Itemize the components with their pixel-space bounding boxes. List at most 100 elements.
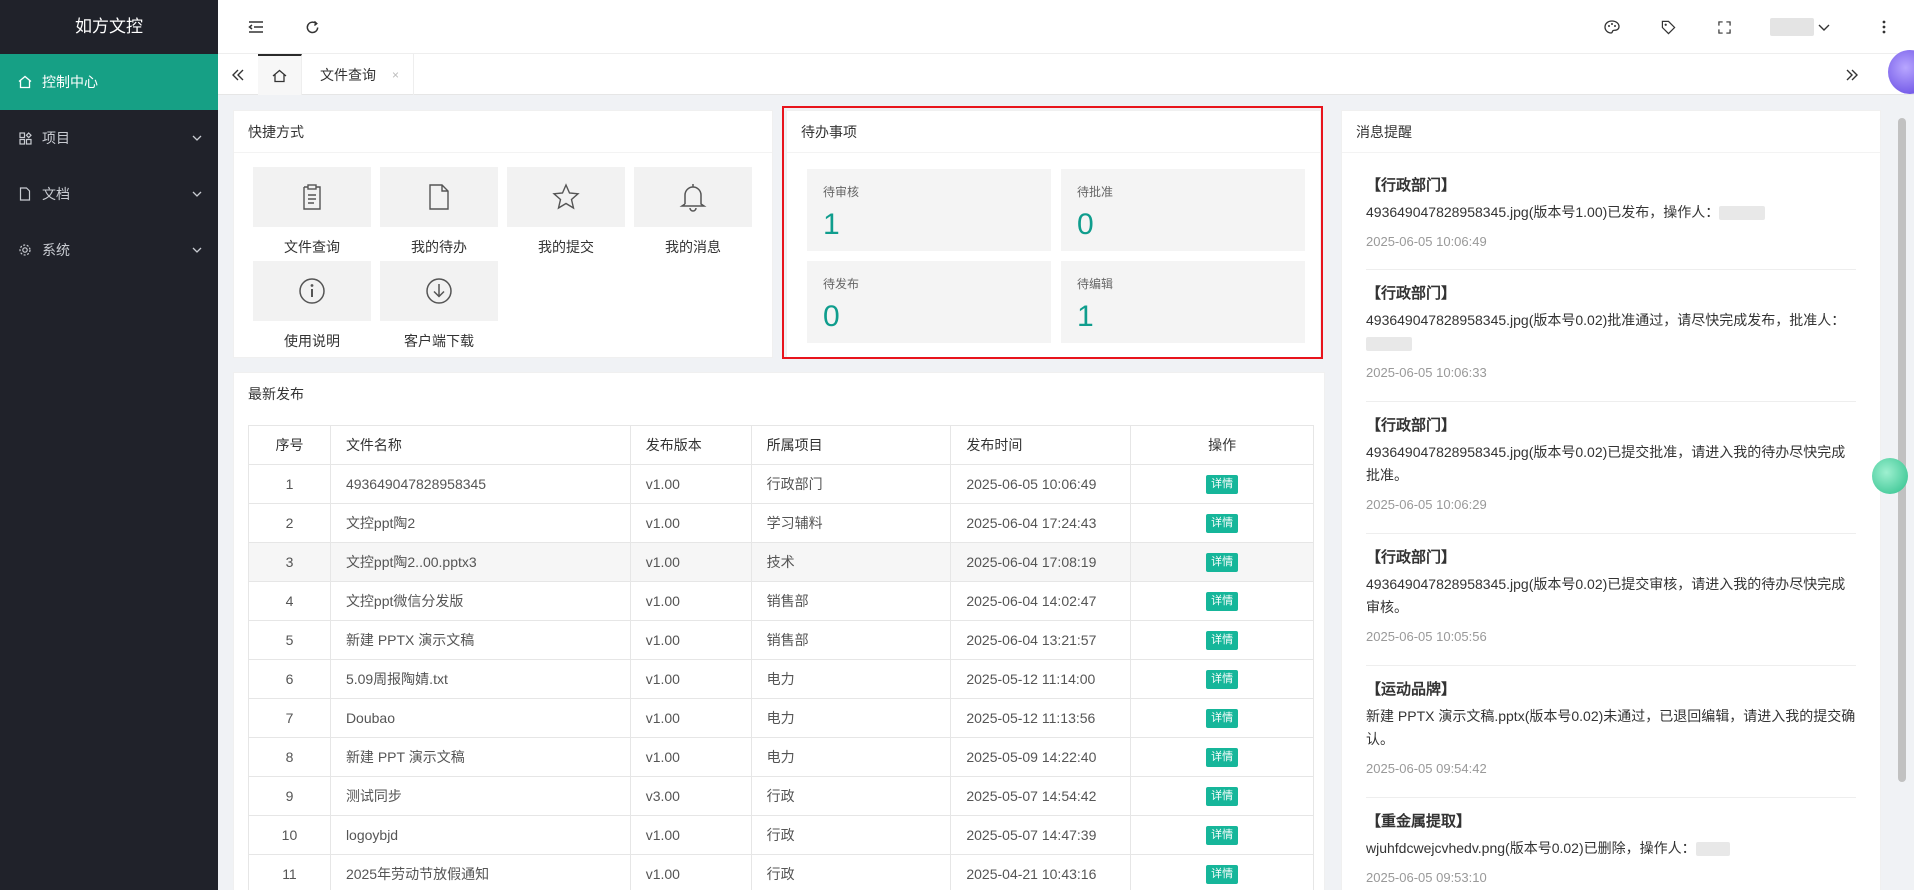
message-text: 493649047828958345.jpg(版本号0.02)批准通过，请尽快完… (1366, 312, 1846, 328)
cell-project: 技术 (750, 542, 952, 582)
cell-version: v1.00 (629, 503, 752, 543)
todo-label: 待审核 (823, 185, 860, 199)
refresh-icon[interactable] (292, 0, 332, 54)
column-header: 所属项目 (750, 425, 952, 465)
tabs-scroll-right-icon[interactable] (1832, 54, 1872, 95)
message-item[interactable]: 【重金属提取】 wjuhfdcwejcvhedv.png(版本号0.02)已删除… (1366, 810, 1856, 890)
cell-version: v1.00 (629, 854, 752, 890)
message-item[interactable]: 【行政部门】 493649047828958345.jpg(版本号0.02)已提… (1366, 546, 1856, 666)
message-time: 2025-06-05 10:05:56 (1366, 629, 1487, 644)
sidebar: 如方文控 控制中心 项目 文档 系统 (0, 0, 218, 890)
close-icon[interactable]: × (392, 68, 399, 82)
todo-pending-publish[interactable]: 待发布 0 (807, 261, 1051, 343)
table-row: 3 文控ppt陶2..00.pptx3 v1.00 技术 2025-06-04 17:0… (248, 542, 1314, 582)
card-title: 待办事项 (787, 111, 1320, 153)
cell-version: v1.00 (629, 581, 752, 621)
cell-version: v1.00 (629, 659, 752, 699)
sidebar-item-control-center[interactable]: 控制中心 (0, 54, 218, 110)
quick-label: 客户端下载 (404, 333, 474, 349)
cell-actions: 详情 (1130, 503, 1314, 543)
detail-button[interactable]: 详情 (1206, 709, 1239, 728)
chevron-down-icon (192, 222, 202, 278)
sidebar-item-project[interactable]: 项目 (0, 110, 218, 166)
table-row: 4 文控ppt微信分发版 v1.00 销售部 2025-06-04 14:02:47 详情 (248, 581, 1314, 621)
cell-project: 行政部门 (750, 464, 952, 504)
sidebar-item-label: 系统 (42, 242, 70, 258)
menu-fold-icon[interactable] (236, 0, 276, 54)
detail-button[interactable]: 详情 (1206, 670, 1239, 689)
cell-project: 电力 (750, 698, 952, 738)
tabs-scroll-left-icon[interactable] (218, 54, 258, 95)
cell-publish-time: 2025-05-12 11:14:00 (950, 659, 1132, 699)
quick-my-submit[interactable]: 我的提交 (507, 167, 625, 263)
tab-label: 文件查询 (320, 66, 376, 83)
cell-publish-time: 2025-04-21 10:43:16 (950, 854, 1132, 890)
assistant-ball-icon[interactable] (1872, 458, 1908, 494)
tab-home[interactable] (258, 54, 302, 95)
detail-button[interactable]: 详情 (1206, 553, 1239, 572)
cell-project: 电力 (750, 659, 952, 699)
sidebar-item-document[interactable]: 文档 (0, 166, 218, 222)
cell-version: v1.00 (629, 542, 752, 582)
message-item[interactable]: 【行政部门】 493649047828958345.jpg(版本号0.02)批准… (1366, 282, 1856, 402)
quick-my-messages[interactable]: 我的消息 (634, 167, 752, 263)
message-item[interactable]: 【运动品牌】 新建 PPTX 演示文稿.pptx(版本号0.02)未通过，已退回… (1366, 678, 1856, 798)
sidebar-item-label: 控制中心 (42, 74, 98, 90)
cell-publish-time: 2025-06-05 10:06:49 (950, 464, 1132, 504)
scrollbar[interactable] (1898, 118, 1906, 782)
latest-releases-card: 最新发布 序号 文件名称 发布版本 所属项目 发布时间 操作 1 49364904… (233, 372, 1325, 890)
tab-file-search[interactable]: 文件查询 × (302, 54, 414, 95)
chevron-down-icon (192, 166, 202, 222)
latest-releases-table: 序号 文件名称 发布版本 所属项目 发布时间 操作 1 4936490478289… (248, 425, 1314, 890)
quick-client-download[interactable]: 客户端下载 (380, 261, 498, 357)
todo-label: 待发布 (823, 277, 860, 291)
tag-icon[interactable] (1648, 0, 1688, 54)
cell-project: 销售部 (750, 620, 952, 660)
cell-index: 11 (248, 854, 331, 890)
cell-version: v1.00 (629, 464, 752, 504)
detail-button[interactable]: 详情 (1206, 592, 1239, 611)
message-time: 2025-06-05 10:06:49 (1366, 234, 1487, 249)
cell-file-name: 测试同步 (329, 776, 631, 816)
todo-pending-approval[interactable]: 待批准 0 (1061, 169, 1305, 251)
cell-file-name: 新建 PPT 演示文稿 (329, 737, 631, 777)
quick-label: 文件查询 (284, 239, 340, 255)
cell-file-name: 文控ppt微信分发版 (329, 581, 631, 621)
quick-usage-guide[interactable]: 使用说明 (253, 261, 371, 357)
cell-file-name: 新建 PPTX 演示文稿 (329, 620, 631, 660)
message-item[interactable]: 【行政部门】 493649047828958345.jpg(版本号0.02)已提… (1366, 414, 1856, 534)
detail-button[interactable]: 详情 (1206, 475, 1239, 494)
table-row: 6 5.09周报陶婧.txt v1.00 电力 2025-05-12 11:14:00 详… (248, 659, 1314, 699)
detail-button[interactable]: 详情 (1206, 865, 1239, 884)
column-header: 文件名称 (329, 425, 631, 465)
detail-button[interactable]: 详情 (1206, 787, 1239, 806)
redacted-name (1695, 842, 1730, 857)
message-text: 493649047828958345.jpg(版本号0.02)已提交审核，请进入… (1366, 576, 1846, 615)
message-time: 2025-06-05 09:54:42 (1366, 761, 1487, 776)
detail-button[interactable]: 详情 (1206, 514, 1239, 533)
quick-label: 我的提交 (538, 239, 594, 255)
table-header-row: 序号 文件名称 发布版本 所属项目 发布时间 操作 (248, 425, 1314, 465)
fullscreen-icon[interactable] (1704, 0, 1744, 54)
brand-title: 如方文控 (75, 17, 143, 36)
cell-project: 行政 (750, 776, 952, 816)
detail-button[interactable]: 详情 (1206, 748, 1239, 767)
chevron-down-icon (192, 110, 202, 166)
message-item[interactable]: 【行政部门】 493649047828958345.jpg(版本号1.00)已发… (1366, 174, 1856, 270)
todo-count: 1 (823, 208, 840, 241)
message-time: 2025-06-05 09:53:10 (1366, 870, 1487, 885)
detail-button[interactable]: 详情 (1206, 826, 1239, 845)
palette-icon[interactable] (1592, 0, 1632, 54)
more-icon[interactable] (1864, 0, 1904, 54)
quick-file-search[interactable]: 文件查询 (253, 167, 371, 263)
quick-my-todo[interactable]: 我的待办 (380, 167, 498, 263)
table-row: 9 测试同步 v3.00 行政 2025-05-07 14:54:42 详情 (248, 776, 1314, 816)
cell-actions: 详情 (1130, 464, 1314, 504)
detail-button[interactable]: 详情 (1206, 631, 1239, 650)
sidebar-item-system[interactable]: 系统 (0, 222, 218, 278)
quick-label: 我的消息 (665, 239, 721, 255)
user-avatar[interactable] (1770, 18, 1814, 36)
todo-pending-edit[interactable]: 待编辑 1 (1061, 261, 1305, 343)
chevron-down-icon[interactable] (1814, 0, 1834, 54)
todo-pending-review[interactable]: 待审核 1 (807, 169, 1051, 251)
